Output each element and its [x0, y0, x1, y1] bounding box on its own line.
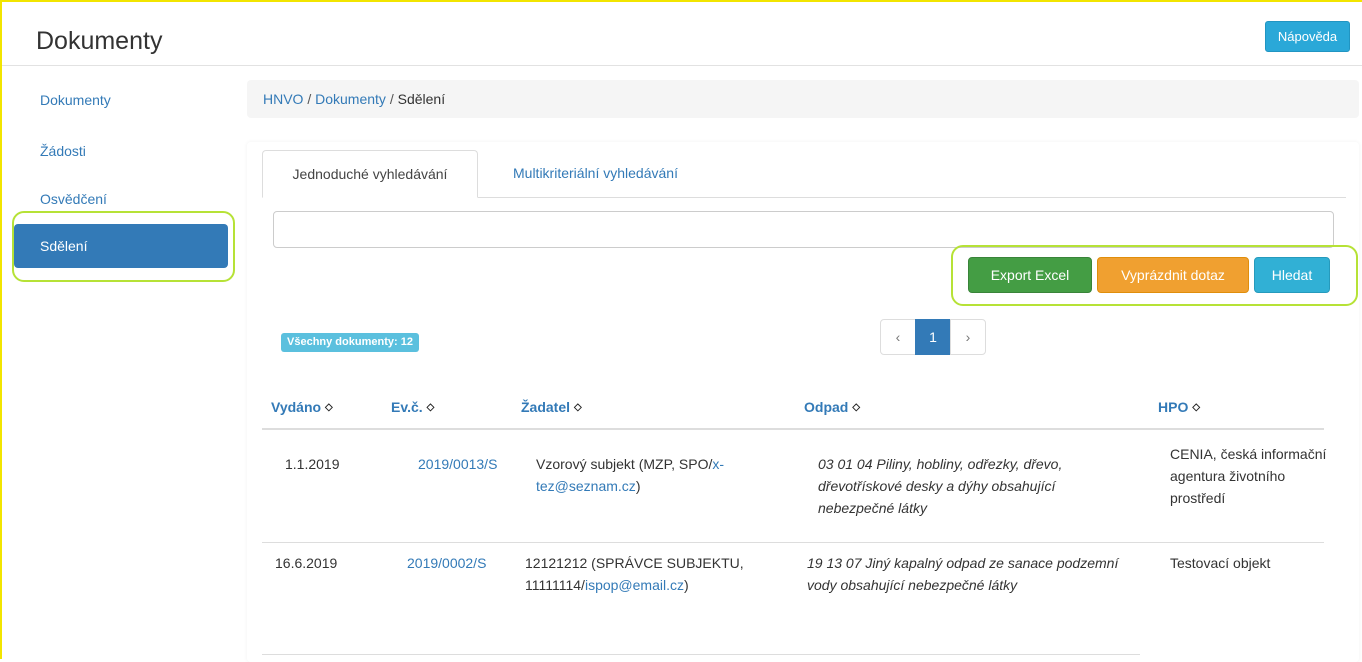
sort-icon: ◇	[852, 402, 861, 414]
breadcrumb-current: Sdělení	[397, 91, 446, 107]
highlight-sidebar-annotation	[12, 211, 235, 282]
column-header-odpad[interactable]: Odpad ◇	[804, 397, 860, 417]
search-input[interactable]	[273, 211, 1334, 248]
applicant-email-link[interactable]: ispop@email.cz	[585, 577, 684, 593]
column-header-label: HPO	[1158, 399, 1189, 415]
pagination-prev-button[interactable]: ‹	[880, 319, 916, 355]
sidebar-item-dokumenty[interactable]: Dokumenty	[14, 90, 228, 134]
column-header-zadatel[interactable]: Žadatel ◇	[521, 397, 582, 417]
table-cell-zadatel: Vzorový subjekt (MZP, SPO/x-tez@seznam.c…	[536, 453, 781, 497]
table-cell-evc: 2019/0013/S	[418, 453, 497, 475]
document-count-badge: Všechny dokumenty: 12	[281, 333, 419, 352]
pagination-next-button[interactable]: ›	[950, 319, 986, 355]
table-cell-odpad: 19 13 07 Jiný kapalný odpad ze sanace po…	[807, 555, 1119, 593]
column-header-evc[interactable]: Ev.č. ◇	[391, 397, 434, 417]
column-header-hpo[interactable]: HPO ◇	[1158, 397, 1200, 417]
table-cell-hpo: Testovací objekt	[1170, 555, 1271, 571]
breadcrumb-separator: /	[389, 91, 394, 107]
help-button[interactable]: Nápověda	[1265, 21, 1350, 52]
frame-left-border	[0, 0, 2, 659]
table-cell-zadatel: 12121212 (SPRÁVCE SUBJEKTU, 11111114/isp…	[525, 552, 795, 596]
table-cell-evc: 2019/0002/S	[407, 552, 486, 574]
breadcrumb-parent-link[interactable]: Dokumenty	[315, 91, 386, 107]
table-bottom-divider	[262, 654, 1140, 655]
column-header-vydano[interactable]: Vydáno ◇	[271, 397, 333, 417]
table-cell-odpad: 03 01 04 Piliny, hobliny, odřezky, dřevo…	[818, 456, 1063, 516]
sort-icon: ◇	[426, 402, 435, 414]
breadcrumb-separator: /	[307, 91, 312, 107]
table-cell-vydano: 16.6.2019	[275, 555, 338, 571]
document-link[interactable]: 2019/0002/S	[407, 555, 486, 571]
column-header-label: Vydáno	[271, 399, 322, 415]
breadcrumb-root-link[interactable]: HNVO	[263, 91, 303, 107]
applicant-name: Vzorový subjekt (MZP, SPO/	[536, 456, 713, 472]
column-header-label: Ev.č.	[391, 399, 423, 415]
table-header-divider	[262, 428, 1324, 430]
column-header-label: Odpad	[804, 399, 849, 415]
highlight-buttons-annotation	[951, 245, 1358, 306]
tab-simple-search[interactable]: Jednoduché vyhledávání	[262, 150, 478, 198]
page-title: Dokumenty	[36, 27, 163, 55]
app-header: Dokumenty Nápověda	[2, 2, 1362, 66]
table-cell-vydano: 1.1.2019	[285, 456, 340, 472]
pagination-page-1[interactable]: 1	[915, 319, 951, 355]
tab-multicriteria-search[interactable]: Multikriteriální vyhledávání	[498, 150, 693, 198]
sort-icon: ◇	[1192, 402, 1201, 414]
breadcrumb: HNVO / Dokumenty / Sdělení	[247, 80, 1359, 118]
column-header-label: Žadatel	[521, 399, 571, 415]
table-cell-hpo: CENIA, česká informační agentura životní…	[1170, 446, 1327, 506]
sidebar-item-zadosti[interactable]: Žádosti	[14, 141, 228, 185]
sort-icon: ◇	[574, 402, 582, 414]
search-tabs: Jednoduché vyhledávání Multikriteriální …	[262, 150, 1346, 198]
applicant-end: )	[635, 478, 641, 494]
document-link[interactable]: 2019/0013/S	[418, 456, 497, 472]
sort-icon: ◇	[325, 402, 333, 414]
applicant-end: )	[683, 577, 689, 593]
table-row-divider	[262, 542, 1324, 543]
